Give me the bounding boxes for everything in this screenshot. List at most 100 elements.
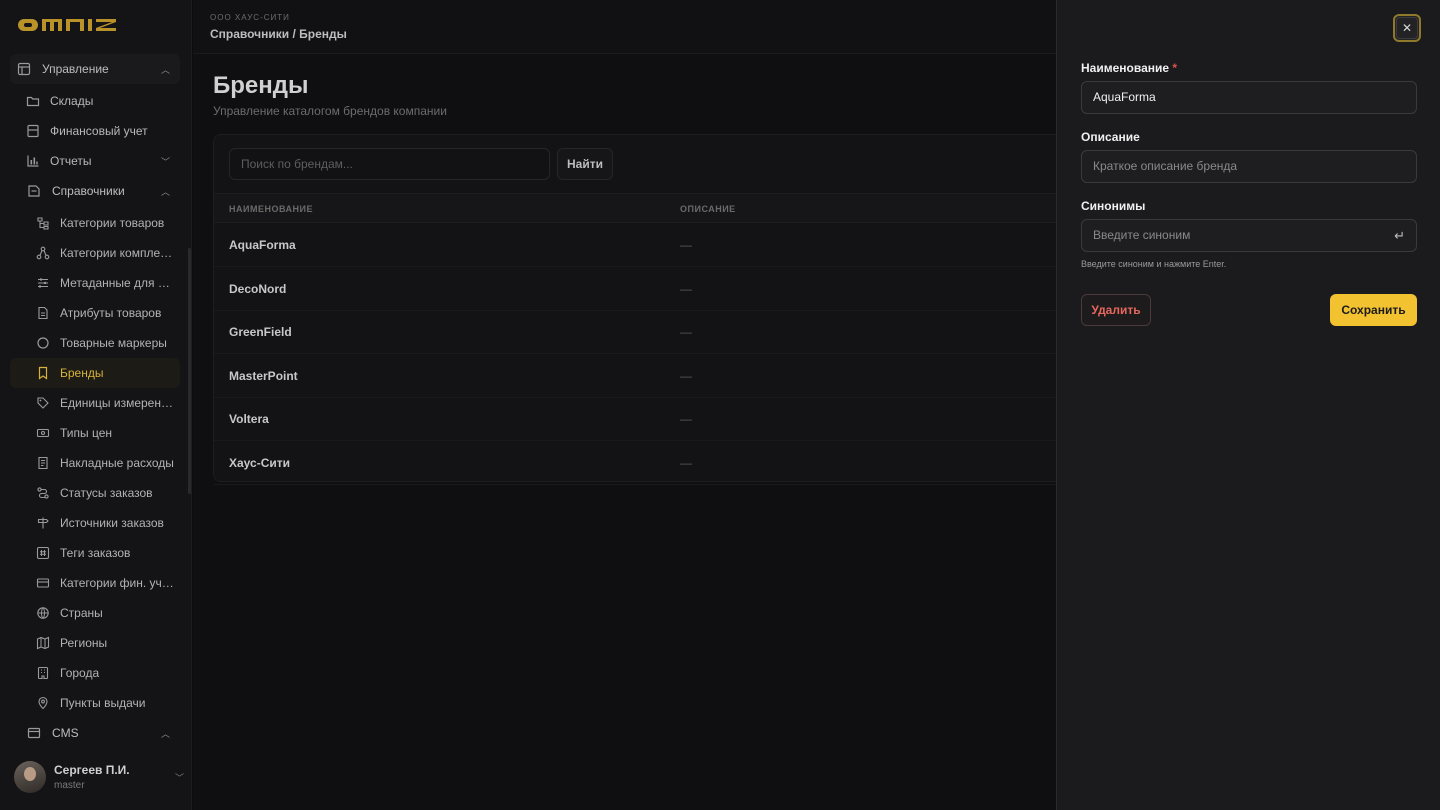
sidebar-group-management[interactable]: Управление ︿ [10,54,180,84]
description-input[interactable]: Краткое описание бренда [1081,150,1417,183]
folder-icon [26,94,40,108]
sidebar-nav: Управление ︿ Склады Финансовый учет Отче… [10,54,180,748]
synonyms-label: Синонимы [1081,199,1146,213]
table-row[interactable]: DecoNord — [214,268,1057,311]
sidebar-subitem-label: Метаданные для выгрузки [60,276,174,290]
brand-description-cell: — [680,455,692,470]
sidebar-scrollbar[interactable] [188,248,191,494]
receipt-icon [36,456,50,470]
sidebar-item-label: Финансовый учет [50,124,148,138]
required-mark: * [1172,61,1178,75]
synonyms-input[interactable]: Введите синоним ↵ [1081,219,1417,252]
save-button[interactable]: Сохранить [1330,294,1417,326]
sidebar-subitem-label: Статусы заказов [60,486,153,500]
table-row[interactable]: Voltera — [214,398,1057,441]
sidebar-subitem-8[interactable]: Накладные расходы [10,448,180,478]
sidebar-item-label: Склады [50,94,94,108]
sidebar-subitem-9[interactable]: Статусы заказов [10,478,180,508]
brand-name-cell: Voltera [229,412,269,426]
sidebar-group-label: Справочники [52,184,125,198]
app: Управление ︿ Склады Финансовый учет Отче… [0,0,1440,810]
chevron-down-icon: ﹀ [174,772,184,783]
sidebar-item-warehouses[interactable]: Склады [10,86,180,116]
book-icon [26,183,42,199]
brand-description-cell: — [680,325,692,339]
sidebar-subitem-0[interactable]: Категории товаров [10,208,180,238]
sidebar-subitem-label: Города [60,666,100,680]
column-header-name[interactable]: НАИМЕНОВАНИЕ [229,204,313,214]
sidebar-subitem-label: Регионы [60,636,108,650]
sidebar-subitem-5[interactable]: Бренды [10,358,180,388]
breadcrumb: Справочники / Бренды [210,27,347,41]
page-title: Бренды [213,72,309,99]
close-button[interactable]: ✕ [1393,14,1421,42]
sidebar-subitem-12[interactable]: Категории фин. учета [10,568,180,598]
find-button[interactable]: Найти [557,148,613,180]
sidebar: Управление ︿ Склады Финансовый учет Отче… [0,0,192,810]
table-row[interactable]: AquaForma — [214,224,1057,267]
sidebar-item-reports[interactable]: Отчеты ﹀ [10,146,180,176]
search-input[interactable]: Поиск по брендам... [229,148,550,180]
name-label-text: Наименование [1081,61,1170,75]
sidebar-subitem-6[interactable]: Единицы измерения [10,388,180,418]
sidebar-subitem-label: Типы цен [60,426,113,440]
sidebar-subitem-2[interactable]: Метаданные для выгрузки [10,268,180,298]
page-subtitle: Управление каталогом брендов компании [213,104,447,118]
chevron-up-icon: ︿ [160,64,170,75]
chart-icon [26,154,40,168]
bookmark-icon [36,366,50,380]
table-header: НАИМЕНОВАНИЕ ОПИСАНИЕ [214,193,1057,223]
synonyms-placeholder: Введите синоним [1093,228,1191,242]
sidebar-subitem-4[interactable]: Товарные маркеры [10,328,180,358]
window-icon [26,725,42,741]
user-role: master [54,780,85,791]
brand-description-cell: — [680,281,692,296]
user-menu[interactable]: Сергеев П.И. master ﹀ [14,760,184,794]
sidebar-group-directories[interactable]: Справочники ︿ [10,176,180,206]
sidebar-subitem-label: Категории товаров [60,216,165,230]
sidebar-group-label: CMS [52,726,79,740]
signpost-icon [36,516,50,530]
table-row[interactable]: GreenField — [214,311,1057,354]
sidebar-subitem-label: Страны [60,606,103,620]
pin-icon [36,696,50,710]
brand-description-cell: — [680,238,692,252]
sidebar-subitem-15[interactable]: Города [10,658,180,688]
ledger-icon [26,124,40,138]
table-row[interactable]: Хаус-Сити — [214,442,1057,485]
sidebar-subitem-11[interactable]: Теги заказов [10,538,180,568]
sliders-icon [36,276,50,290]
table-row[interactable]: MasterPoint — [214,355,1057,398]
sidebar-subitem-16[interactable]: Пункты выдачи [10,688,180,718]
sidebar-subitem-label: Накладные расходы [60,456,174,470]
sidebar-subitem-1[interactable]: Категории комплектующих [10,238,180,268]
sidebar-subitem-10[interactable]: Источники заказов [10,508,180,538]
card-icon [36,576,50,590]
banknote-icon [36,426,50,440]
sidebar-group-cms[interactable]: CMS ︿ [10,718,180,748]
delete-button[interactable]: Удалить [1081,294,1151,326]
directories-list: Категории товаров Категории комплектующих… [10,208,180,718]
column-header-description[interactable]: ОПИСАНИЕ [680,204,736,214]
layout-icon [16,61,32,77]
sidebar-subitem-label: Источники заказов [60,516,164,530]
sidebar-subitem-13[interactable]: Страны [10,598,180,628]
omniz-logo[interactable] [18,16,138,36]
sidebar-subitem-7[interactable]: Типы цен [10,418,180,448]
enter-icon[interactable]: ↵ [1394,220,1405,251]
user-name: Сергеев П.И. [54,763,130,777]
brand-description-cell: — [680,368,692,383]
sidebar-item-finance[interactable]: Финансовый учет [10,116,180,146]
brand-name-cell: GreenField [229,325,292,339]
globe-icon [36,606,50,620]
tag-icon [36,396,50,410]
name-label: Наименование * [1081,61,1177,75]
sidebar-subitem-14[interactable]: Регионы [10,628,180,658]
name-input[interactable]: AquaForma [1081,81,1417,114]
file-icon [36,306,50,320]
tree-icon [36,216,50,230]
sidebar-subitem-3[interactable]: Атрибуты товаров [10,298,180,328]
sidebar-subitem-label: Пункты выдачи [60,696,146,710]
sidebar-subitem-label: Категории комплектующих [60,246,174,260]
route-icon [36,486,50,500]
